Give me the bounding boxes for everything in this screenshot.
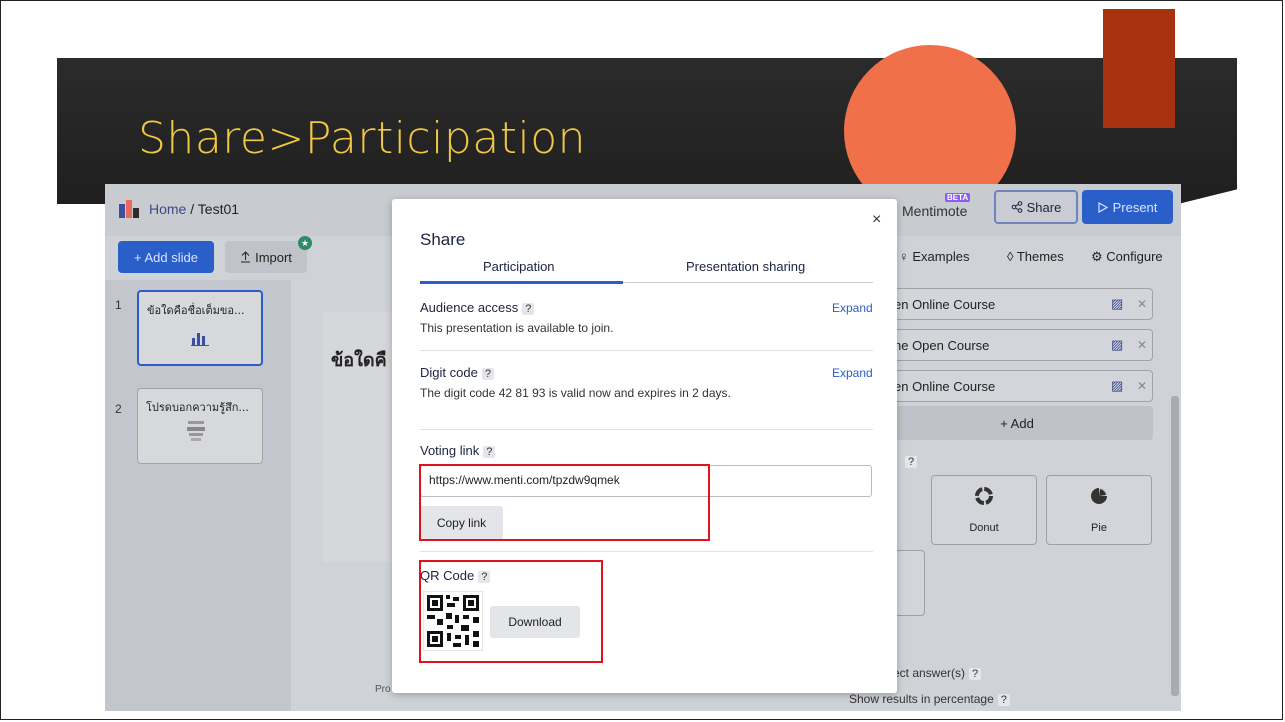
dialog-title: Share <box>420 230 466 249</box>
option-text: en Online Course <box>894 379 996 394</box>
upload-icon <box>241 251 251 263</box>
voting-link-label: Voting link <box>420 443 480 458</box>
divider <box>420 429 873 430</box>
audience-access-text: This presentation is available to join. <box>420 321 614 335</box>
help-icon[interactable]: ? <box>522 303 535 315</box>
breadcrumb-current[interactable]: Test01 <box>198 201 239 217</box>
divider <box>420 551 873 552</box>
divider <box>420 350 873 351</box>
gear-icon: ⚙ <box>1091 249 1103 264</box>
audience-access-title: Audience access? <box>420 300 535 315</box>
import-label: Import <box>255 249 292 265</box>
correct-answer-text: rrect answer(s) <box>885 666 966 680</box>
examples-button[interactable]: ♀ Examples <box>899 249 969 264</box>
play-icon <box>1097 201 1108 213</box>
help-tooltip[interactable]: ? <box>901 454 918 468</box>
share-label: Share <box>1026 199 1062 215</box>
audience-access-label: Audience access <box>420 300 519 315</box>
slide-title: Share>Participation <box>138 113 587 164</box>
slide-thumbnail-title: ข้อใดคือชื่อเต็มขอ... <box>147 304 245 317</box>
new-badge-icon: ★ <box>298 236 312 250</box>
breadcrumb: Home / Test01 <box>149 201 239 217</box>
footer-text: Pro <box>375 684 391 695</box>
show-percentage-text: Show results in percentage <box>849 692 994 706</box>
close-icon[interactable]: ✕ <box>1137 338 1147 352</box>
breadcrumb-home[interactable]: Home <box>149 201 186 217</box>
image-icon[interactable]: ▨ <box>1111 378 1123 394</box>
show-percentage-option[interactable]: Show results in percentage? <box>849 692 1010 706</box>
scrollbar[interactable] <box>1171 396 1179 696</box>
mentimote-link[interactable]: Mentimote <box>902 203 967 219</box>
qr-code-title: QR Code? <box>420 568 491 583</box>
chart-type-extra[interactable] <box>895 550 925 616</box>
share-dialog: × Share Participation Presentation shari… <box>392 199 897 693</box>
option-text: ne Open Course <box>894 338 990 353</box>
examples-label: Examples <box>912 249 970 264</box>
present-button[interactable]: Present <box>1082 190 1173 224</box>
image-icon[interactable]: ▨ <box>1111 296 1123 312</box>
add-option-button[interactable]: + Add <box>881 406 1153 440</box>
present-label: Present <box>1112 199 1158 215</box>
chart-type-donut[interactable]: Donut <box>931 475 1037 545</box>
tab-active-indicator <box>420 281 623 284</box>
configure-button[interactable]: ⚙ Configure <box>1091 249 1163 265</box>
bar-chart-icon <box>191 333 209 346</box>
bulb-icon: ♀ <box>899 249 909 264</box>
voting-link-title: Voting link? <box>420 443 496 458</box>
share-icon <box>1011 201 1022 213</box>
digit-code-title: Digit code? <box>420 365 494 380</box>
audience-expand-link[interactable]: Expand <box>832 301 873 315</box>
slide-thumbnail-2[interactable]: โปรดบอกความรู้สึก... <box>137 388 263 464</box>
tab-presentation-sharing[interactable]: Presentation sharing <box>686 259 805 274</box>
digit-code-label: Digit code <box>420 365 478 380</box>
palette-icon: ◊ <box>1007 249 1014 264</box>
chart-type-label: Pie <box>1091 522 1107 534</box>
slide-thumbnail-1[interactable]: ข้อใดคือชื่อเต็มขอ... <box>137 290 263 366</box>
qr-code-label: QR Code <box>420 568 475 583</box>
download-qr-button[interactable]: Download <box>490 606 580 638</box>
image-icon[interactable]: ▨ <box>1111 337 1123 353</box>
voting-link-input[interactable]: https://www.menti.com/tpzdw9qmek <box>420 465 872 497</box>
help-icon[interactable]: ? <box>478 571 491 583</box>
close-icon[interactable]: ✕ <box>1137 379 1147 393</box>
themes-button[interactable]: ◊ Themes <box>1007 249 1064 264</box>
mentimeter-logo-icon <box>119 200 139 218</box>
tab-participation[interactable]: Participation <box>483 259 555 274</box>
chart-type-pie[interactable]: Pie <box>1046 475 1152 545</box>
beta-badge: BETA <box>945 193 971 202</box>
help-icon[interactable]: ? <box>969 668 982 680</box>
pie-icon <box>1091 488 1107 504</box>
close-icon[interactable]: ✕ <box>1137 297 1147 311</box>
word-cloud-icon <box>187 421 205 441</box>
help-icon[interactable]: ? <box>483 446 496 458</box>
add-slide-button[interactable]: + Add slide <box>118 241 214 273</box>
slide-frame: Share>Participation Home / Test01 Mentim… <box>0 0 1283 720</box>
chart-type-label: Donut <box>969 522 999 534</box>
copy-link-button[interactable]: Copy link <box>420 506 503 540</box>
help-icon[interactable]: ? <box>997 694 1010 706</box>
option-text: en Online Course <box>894 297 996 312</box>
themes-label: Themes <box>1016 249 1064 264</box>
close-icon[interactable]: × <box>872 211 881 229</box>
digit-code-text: The digit code 42 81 93 is valid now and… <box>420 386 731 400</box>
share-button[interactable]: Share <box>994 190 1078 224</box>
digit-expand-link[interactable]: Expand <box>832 366 873 380</box>
slide-number: 2 <box>115 402 122 416</box>
slide-canvas-title: ข้อใดคื <box>331 350 387 371</box>
configure-label: Configure <box>1106 249 1163 264</box>
help-icon[interactable]: ? <box>481 368 494 380</box>
breadcrumb-separator: / <box>186 201 198 217</box>
slide-sidebar: 1 ข้อใดคือชื่อเต็มขอ... 2 โปรดบอกความรู้… <box>105 280 291 711</box>
slide-number: 1 <box>115 298 122 312</box>
slide-thumbnail-title: โปรดบอกความรู้สึก... <box>146 401 249 414</box>
qr-code-icon <box>422 590 484 652</box>
correct-answer-label: rrect answer(s)? <box>885 666 982 680</box>
help-icon: ? <box>905 456 918 468</box>
import-button[interactable]: Import <box>225 241 307 273</box>
decorative-block <box>1103 9 1175 128</box>
donut-icon <box>975 487 993 505</box>
